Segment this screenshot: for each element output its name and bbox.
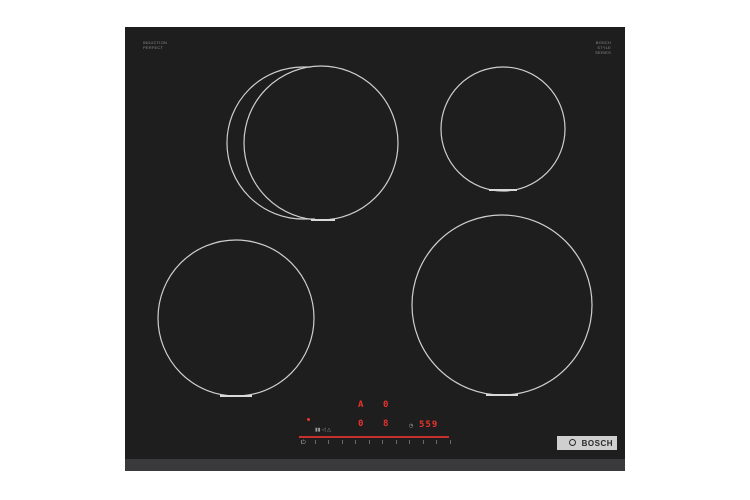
zone-display-2: 0 [383,400,389,410]
power-slider[interactable] [299,436,449,438]
zone-display-1: A [358,400,364,410]
power-indicator-icon [307,418,310,421]
timer-icon: ◷ [409,423,414,429]
cooking-zones [157,65,593,397]
cooktop: INDUCTION PERFECT BOSCH STYLE SERIES ▮▮ … [125,27,625,471]
zone-left-back-outline [243,65,399,221]
zone-display-3: 0 [358,419,364,429]
control-icons: ▮▮ ◁ △ [315,427,331,433]
brand-name: BOSCH [581,438,613,448]
zone-display-4: 8 [383,419,389,429]
zone-right-front-outline [411,214,593,396]
cooktop-frame-edge [125,459,625,471]
brand-badge: BOSCH [557,436,617,450]
zone-left-front-outline [157,239,315,397]
power-button-icon[interactable]: ⏻ [301,440,306,446]
zone-right-back-outline [440,66,566,192]
power-slider-ticks [301,440,451,446]
timer-display: 559 [419,420,439,430]
bosch-logo-icon [569,439,576,446]
